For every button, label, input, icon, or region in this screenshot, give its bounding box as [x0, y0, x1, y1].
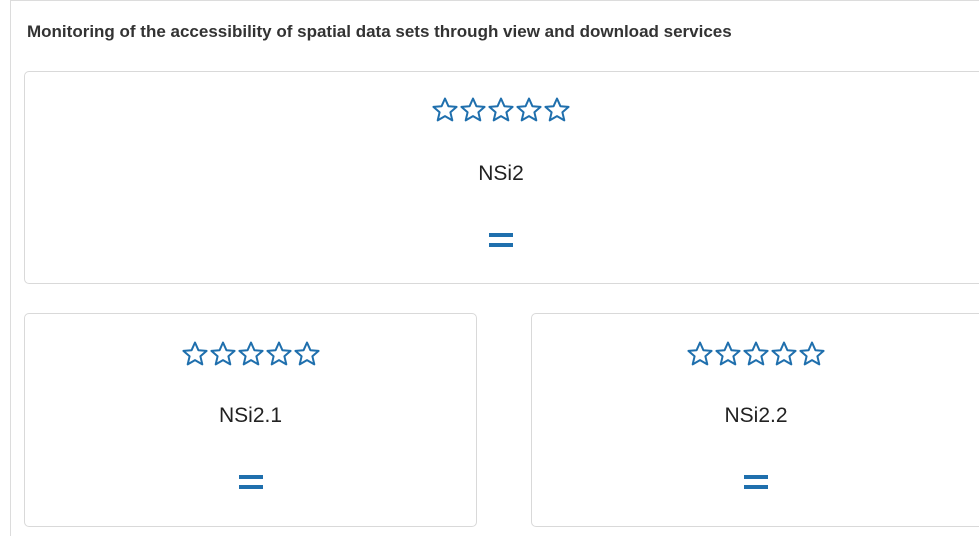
indicator-card-nsi2-2[interactable]: NSi2.2: [531, 313, 979, 527]
trend-indicator: [25, 233, 979, 247]
star-outline-icon: [459, 96, 487, 124]
star-rating: [25, 96, 979, 124]
star-outline-icon: [293, 340, 321, 368]
star-outline-icon: [181, 340, 209, 368]
star-outline-icon: [515, 96, 543, 124]
star-rating: [532, 340, 979, 368]
star-outline-icon: [265, 340, 293, 368]
star-outline-icon: [431, 96, 459, 124]
star-outline-icon: [237, 340, 265, 368]
indicator-card-nsi2[interactable]: NSi2: [24, 71, 979, 284]
star-outline-icon: [487, 96, 515, 124]
star-outline-icon: [686, 340, 714, 368]
equals-icon: [238, 475, 263, 489]
star-outline-icon: [770, 340, 798, 368]
trend-indicator: [532, 475, 979, 489]
star-outline-icon: [209, 340, 237, 368]
panel-title: Monitoring of the accessibility of spati…: [27, 22, 732, 41]
star-outline-icon: [798, 340, 826, 368]
star-outline-icon: [742, 340, 770, 368]
star-outline-icon: [543, 96, 571, 124]
indicator-label: NSi2.2: [724, 404, 788, 427]
equals-icon: [489, 233, 513, 247]
star-rating: [25, 340, 476, 368]
trend-indicator: [25, 475, 476, 489]
indicator-label: NSi2: [478, 162, 524, 185]
indicator-card-nsi2-1[interactable]: NSi2.1: [24, 313, 477, 527]
indicator-label: NSi2.1: [218, 404, 283, 427]
star-outline-icon: [714, 340, 742, 368]
equals-icon: [744, 475, 768, 489]
